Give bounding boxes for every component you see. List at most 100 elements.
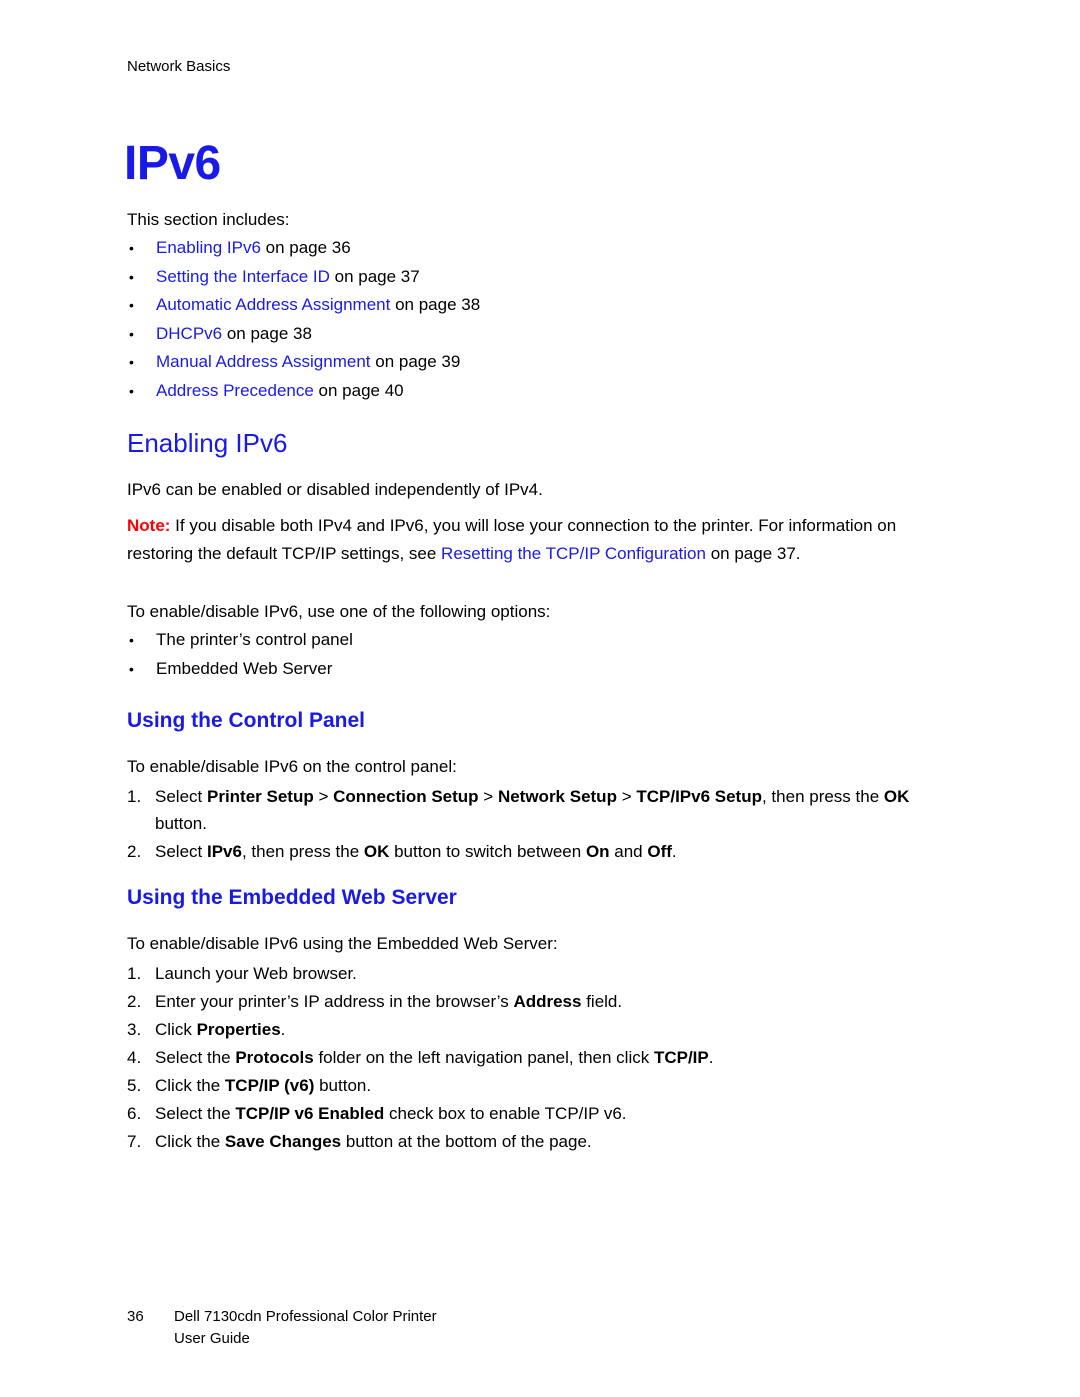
step-bold-tcpip-v6-button: TCP/IP (v6) (224, 1076, 315, 1095)
step-text: button at the bottom of the page. (341, 1132, 592, 1151)
list-item[interactable]: DHCPv6 on page 38 (127, 320, 953, 349)
step-item: Select the Protocols folder on the left … (127, 1044, 953, 1071)
step-bold-off: Off (647, 842, 672, 861)
enabling-ipv6-section: Enabling IPv6 (127, 427, 953, 459)
list-item: The printer’s control panel (127, 626, 953, 655)
list-item[interactable]: Manual Address Assignment on page 39 (127, 348, 953, 377)
step-text: > (313, 787, 334, 806)
step-bold-on: On (585, 842, 610, 861)
enabling-ipv6-intro: IPv6 can be enabled or disabled independ… (127, 480, 543, 499)
step-bold-properties: Properties (196, 1020, 281, 1039)
enabling-options-lead: To enable/disable IPv6, use one of the f… (127, 602, 551, 621)
note-paragraph: Note: If you disable both IPv4 and IPv6,… (127, 512, 925, 568)
link-suffix: on page 38 (390, 295, 481, 314)
step-bold-printer-setup: Printer Setup (206, 787, 314, 806)
step-bold-protocols: Protocols (235, 1048, 314, 1067)
link-suffix: on page 37 (329, 266, 420, 286)
list-item[interactable]: Automatic Address Assignment on page 38 (127, 291, 953, 320)
enabling-options-list: The printer’s control panel Embedded Web… (127, 626, 953, 683)
step-bold-tcpip-v6-enabled: TCP/IP v6 Enabled (235, 1104, 385, 1123)
step-text: Launch your Web browser. (155, 964, 357, 983)
step-text: Enter your printer’s IP address in the b… (155, 992, 514, 1011)
control-panel-lead: To enable/disable IPv6 on the control pa… (127, 757, 457, 776)
link-manual-address-assignment[interactable]: Manual Address Assignment (156, 352, 371, 371)
link-setting-interface-id[interactable]: Setting the Interface ID (156, 267, 330, 286)
step-text: and (609, 842, 648, 861)
step-bold-save-changes: Save Changes (224, 1132, 342, 1151)
footer-line-2: User Guide (174, 1330, 250, 1347)
step-item: Launch your Web browser. (127, 960, 953, 987)
step-text: > (616, 787, 637, 806)
document-page: Network Basics IPv6 This section include… (0, 0, 1080, 1397)
step-bold-ok: OK (363, 842, 390, 861)
step-text: check box to enable TCP/IP v6. (384, 1104, 627, 1123)
link-suffix: on page 40 (313, 380, 404, 400)
note-label: Note: (127, 516, 171, 535)
enabling-options-block: To enable/disable IPv6, use one of the f… (127, 598, 953, 683)
heading-using-control-panel: Using the Control Panel (127, 709, 366, 732)
step-bold-tcpip: TCP/IP (653, 1048, 709, 1067)
step-text: button. (155, 814, 207, 833)
step-bold-tcpipv6-setup: TCP/IPv6 Setup (636, 787, 762, 806)
step-text: button to switch between (389, 842, 586, 861)
heading-enabling-ipv6: Enabling IPv6 (127, 428, 288, 458)
link-address-precedence[interactable]: Address Precedence (156, 381, 314, 400)
running-header: Network Basics (127, 58, 231, 75)
section-includes-block: This section includes: Enabling IPv6 on … (127, 206, 953, 405)
heading-using-embedded-web-server: Using the Embedded Web Server (127, 886, 457, 909)
step-item: Select Printer Setup > Connection Setup … (127, 783, 953, 837)
step-text: Select (155, 787, 207, 806)
step-text: field. (581, 992, 623, 1011)
step-text: > (478, 787, 498, 806)
step-item: Click the Save Changes button at the bot… (127, 1128, 953, 1155)
page-title: IPv6 (124, 137, 221, 191)
section-links-list: Enabling IPv6 on page 36 Setting the Int… (127, 234, 953, 405)
enabling-ipv6-intro-block: IPv6 can be enabled or disabled independ… (127, 476, 953, 504)
list-item[interactable]: Enabling IPv6 on page 36 (127, 234, 953, 263)
note-block-wrapper: Note: If you disable both IPv4 and IPv6,… (127, 512, 953, 568)
link-enabling-ipv6[interactable]: Enabling IPv6 (156, 238, 261, 257)
web-server-lead: To enable/disable IPv6 using the Embedde… (127, 934, 558, 953)
step-item: Select IPv6, then press the OK button to… (127, 838, 953, 865)
step-text: Click the (155, 1076, 225, 1095)
step-bold-ok: OK (883, 787, 910, 806)
section-includes-lead: This section includes: (127, 210, 290, 229)
link-dhcpv6[interactable]: DHCPv6 (156, 324, 222, 343)
step-item: Click Properties. (127, 1016, 953, 1043)
step-item: Select the TCP/IP v6 Enabled check box t… (127, 1100, 953, 1127)
control-panel-section: Using the Control Panel (127, 707, 953, 734)
step-text: Click (155, 1020, 197, 1039)
step-bold-address: Address (513, 992, 582, 1011)
footer-page-number: 36 (127, 1308, 144, 1325)
web-server-lead-block: To enable/disable IPv6 using the Embedde… (127, 930, 953, 958)
link-suffix: on page 36 (260, 238, 351, 257)
step-bold-ipv6: IPv6 (206, 842, 242, 861)
link-suffix: on page 39 (370, 352, 461, 371)
step-text: Select the (155, 1104, 236, 1123)
control-panel-steps: Select Printer Setup > Connection Setup … (127, 783, 953, 865)
page-footer: 36 Dell 7130cdn Professional Color Printe… (127, 1306, 827, 1350)
list-item[interactable]: Address Precedence on page 40 (127, 377, 953, 406)
footer-line-1: 36 Dell 7130cdn Professional Color Printe… (127, 1306, 827, 1328)
step-text: Click the (155, 1132, 225, 1151)
footer-title: Dell 7130cdn Professional Color Printer (174, 1308, 437, 1325)
note-text-after-link: on page 37. (705, 544, 801, 563)
control-panel-lead-block: To enable/disable IPv6 on the control pa… (127, 753, 953, 781)
web-server-steps-block: Launch your Web browser. Enter your prin… (127, 960, 953, 1156)
step-text: . (708, 1048, 714, 1067)
step-text: folder on the left navigation panel, the… (313, 1048, 654, 1067)
link-suffix: on page 38 (222, 323, 312, 343)
list-item[interactable]: Setting the Interface ID on page 37 (127, 263, 953, 292)
link-automatic-address-assignment[interactable]: Automatic Address Assignment (156, 295, 390, 314)
link-resetting-tcpip-configuration[interactable]: Resetting the TCP/IP Configuration (441, 544, 706, 563)
step-text: button. (314, 1076, 372, 1095)
control-panel-steps-block: Select Printer Setup > Connection Setup … (127, 783, 953, 866)
web-server-steps: Launch your Web browser. Enter your prin… (127, 960, 953, 1155)
step-text: Select the (155, 1048, 236, 1067)
step-text: . (280, 1020, 286, 1039)
step-bold-connection-setup: Connection Setup (333, 787, 479, 806)
step-text: . (671, 842, 677, 861)
step-text: , then press the (761, 787, 884, 806)
step-item: Enter your printer’s IP address in the b… (127, 988, 953, 1015)
list-item: Embedded Web Server (127, 655, 953, 684)
